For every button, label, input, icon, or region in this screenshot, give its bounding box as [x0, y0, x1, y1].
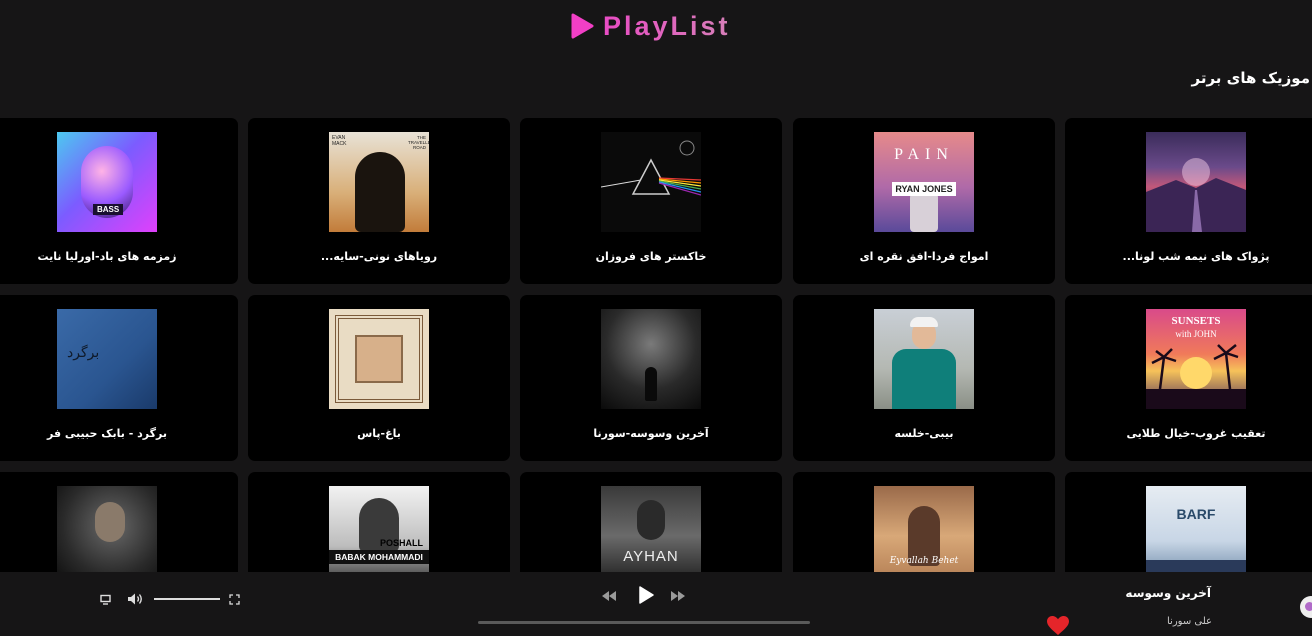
sunsets-with-john-album-cover: SUNSETS with JOHN	[1146, 309, 1246, 409]
cover-cap	[910, 317, 938, 327]
track-card[interactable]	[0, 472, 238, 578]
barf-cover: BARF	[1146, 486, 1246, 578]
travelled-road-album-cover: EVAN MACK THE TRAVELLED ROAD	[329, 132, 429, 232]
track-card[interactable]: خاکستر های فروزان	[520, 118, 782, 284]
sphere-album-cover	[1146, 132, 1246, 232]
track-title: رویاهای نونی-سایه...	[320, 250, 438, 263]
track-title: خاکستر های فروزان	[595, 250, 707, 263]
track-title: برگرد - بابک حبیبی فر	[47, 427, 167, 440]
pain-ryan-jones-album-cover: PAIN RYAN JONES	[874, 132, 974, 232]
track-title: بیبی-خلسه	[894, 427, 954, 440]
volume-icon[interactable]	[127, 592, 144, 606]
play-logo-icon	[571, 13, 594, 39]
cover-face	[95, 502, 125, 542]
cast-screen-icon[interactable]	[100, 594, 111, 605]
now-playing-artist: علی سورنا	[1167, 616, 1212, 627]
road-illustration	[1146, 158, 1246, 232]
palm-trees-icon	[1146, 344, 1246, 409]
artist-photo-cover	[874, 309, 974, 409]
track-card[interactable]: SUNSETS with JOHN تعقیب غروب-خیال طلایی	[1065, 295, 1312, 461]
track-card[interactable]: آخرین وسوسه-سورنا	[520, 295, 782, 461]
fullscreen-icon[interactable]	[229, 594, 240, 605]
track-card[interactable]: PAIN RYAN JONES امواج فردا-افق نقره ای	[793, 118, 1055, 284]
cover-subtitle: BABAK MOHAMMADI	[329, 550, 429, 564]
track-title: آخرین وسوسه-سورنا	[593, 427, 709, 440]
track-card[interactable]: بیبی-خلسه	[793, 295, 1055, 461]
cover-title: POSHALL	[379, 538, 423, 548]
player-bar: آخرین وسوسه علی سورنا	[0, 572, 1312, 636]
prism-icon	[601, 140, 701, 196]
cover-silhouette	[355, 152, 405, 232]
track-card[interactable]: EVAN MACK THE TRAVELLED ROAD رویاهای نون…	[248, 118, 510, 284]
track-title: پژواک های نیمه شب لونا...	[1122, 250, 1270, 263]
assistant-button[interactable]	[1300, 596, 1312, 618]
cover-subtitle: EVAN MACK	[332, 135, 347, 147]
eyvallah-behet-cover: Eyvallah Behet	[874, 486, 974, 578]
play-icon[interactable]	[638, 586, 654, 604]
cover-title: PAIN	[894, 146, 954, 163]
track-title: زمزمه های باد-اورلیا نایت	[37, 250, 177, 263]
previous-icon[interactable]	[602, 591, 616, 601]
cover-figure	[645, 367, 657, 401]
favorite-heart-icon[interactable]	[1046, 615, 1070, 636]
ayhan-cover: AYHAN	[601, 486, 701, 578]
logo[interactable]: PlayList	[570, 10, 731, 42]
now-playing-title: آخرین وسوسه	[1125, 586, 1211, 600]
progress-bar[interactable]	[478, 621, 810, 624]
track-card[interactable]: برگرد برگرد - بابک حبیبی فر	[0, 295, 238, 461]
cover-title: AYHAN	[623, 548, 679, 565]
cover-title: برگرد	[67, 345, 100, 361]
dark-forest-cover	[601, 309, 701, 409]
cover-subtitle: RYAN JONES	[892, 182, 956, 196]
cover-title: BARF	[1176, 506, 1216, 522]
bargard-cover: برگرد	[57, 309, 157, 409]
track-card[interactable]: BASS زمزمه های باد-اورلیا نایت	[0, 118, 238, 284]
cover-title: BASS	[93, 204, 124, 215]
track-title: باغ-پاس	[357, 427, 401, 440]
track-title: تعقیب غروب-خیال طلایی	[1126, 427, 1266, 440]
track-card[interactable]: BARF	[1065, 472, 1312, 578]
portrait-cover	[57, 486, 157, 578]
persian-pattern-cover	[329, 309, 429, 409]
bass-album-cover: BASS	[57, 132, 157, 232]
cover-jacket	[892, 349, 956, 409]
prism-album-cover	[601, 132, 701, 232]
next-icon[interactable]	[671, 591, 685, 601]
section-title: موزیک های برتر	[1191, 69, 1310, 87]
top-bar: PlayList موزیک های برتر	[0, 0, 1312, 118]
logo-text: PlayList	[603, 10, 731, 41]
tracks-grid: پژواک های نیمه شب لونا... PAIN RYAN JONE…	[0, 118, 1312, 578]
poshall-babak-mohammadi-cover: POSHALL BABAK MOHAMMADI	[329, 486, 429, 578]
track-card[interactable]: پژواک های نیمه شب لونا...	[1065, 118, 1312, 284]
volume-slider[interactable]	[154, 598, 220, 600]
track-card[interactable]: POSHALL BABAK MOHAMMADI	[248, 472, 510, 578]
track-card[interactable]: Eyvallah Behet	[793, 472, 1055, 578]
track-card[interactable]: باغ-پاس	[248, 295, 510, 461]
cover-person	[637, 500, 665, 540]
track-card[interactable]: AYHAN	[520, 472, 782, 578]
track-title: امواج فردا-افق نقره ای	[859, 250, 989, 263]
cover-center	[355, 335, 403, 383]
cover-title: THE TRAVELLED ROAD	[408, 135, 429, 150]
assistant-dot-icon	[1305, 602, 1312, 611]
cover-title: Eyvallah Behet	[889, 556, 959, 566]
